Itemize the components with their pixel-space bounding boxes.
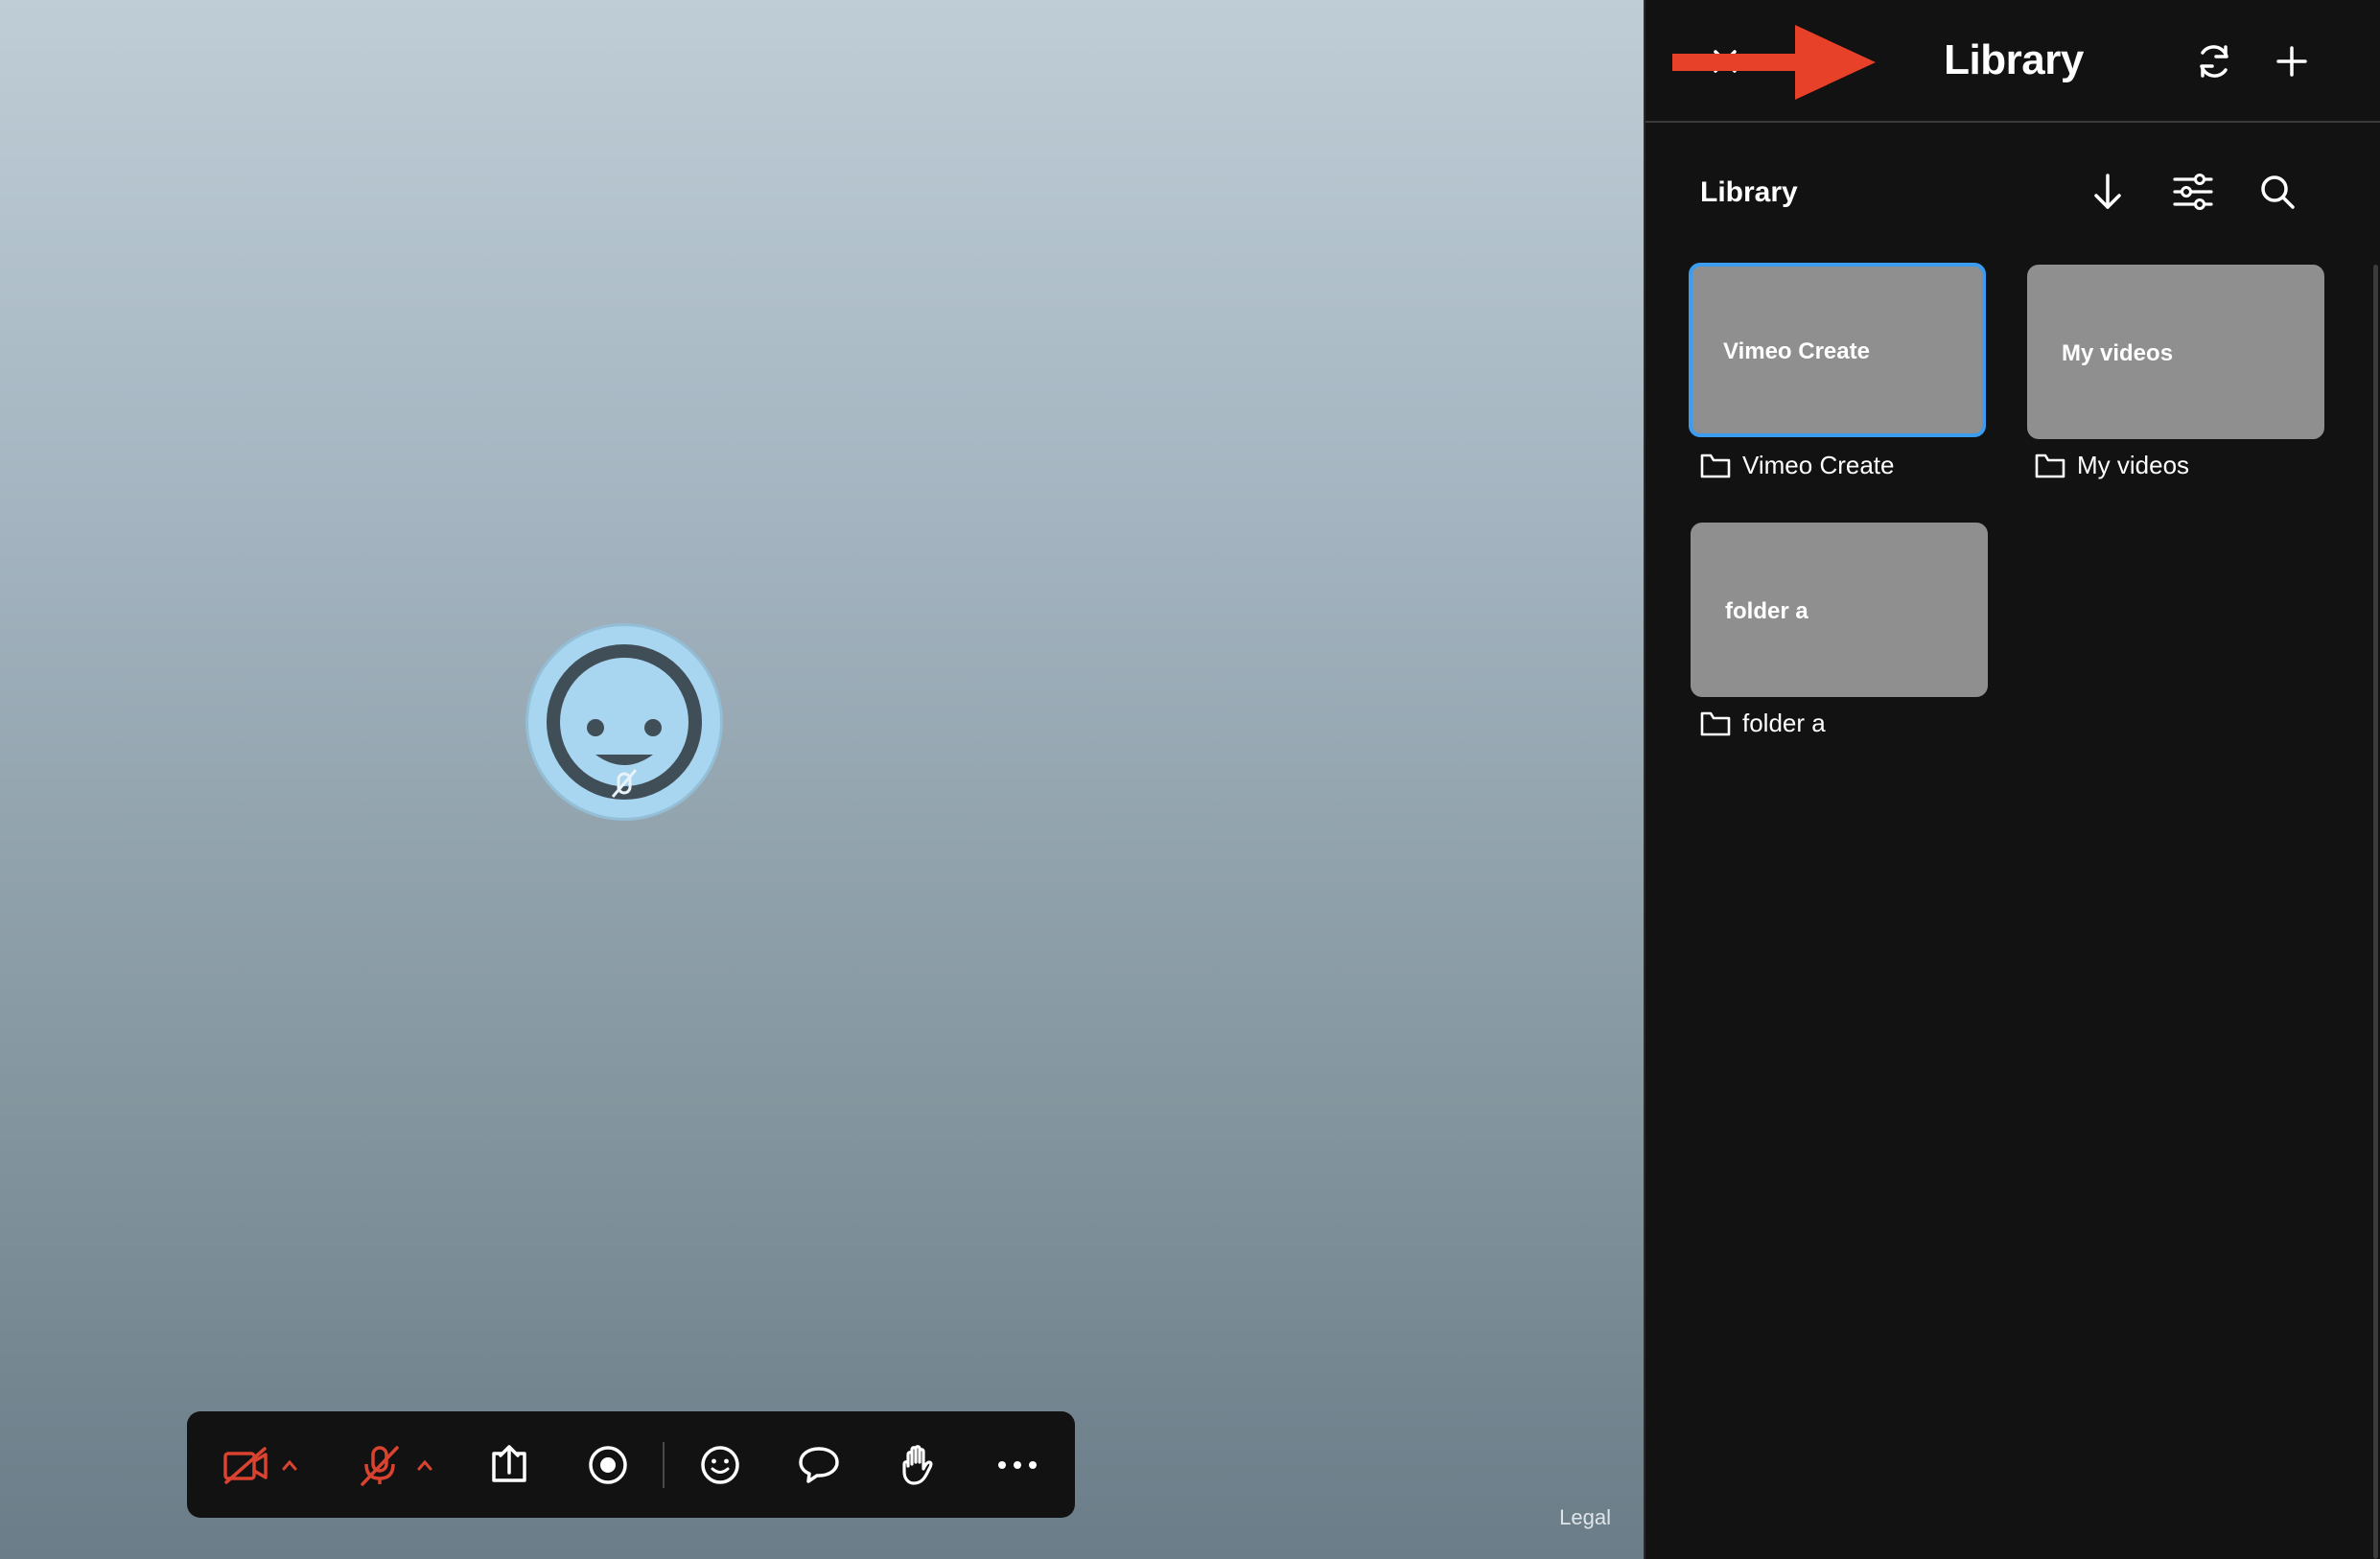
mic-off-button[interactable]: [351, 1427, 409, 1503]
app-window: Legal Library Library Vimeo Create Vimeo…: [0, 0, 2380, 1559]
folder-name-vimeo-create[interactable]: Vimeo Create: [1700, 451, 1895, 480]
folder-name-my-videos[interactable]: My videos: [2035, 451, 2189, 480]
chevron-up-icon: [417, 1459, 432, 1470]
plus-icon: [2276, 46, 2307, 77]
chat-bubble-icon: [799, 1446, 839, 1483]
folder-icon: [1700, 454, 1731, 477]
refresh-button[interactable]: [2187, 35, 2241, 88]
refresh-icon: [2200, 45, 2228, 78]
folder-name-folder-a[interactable]: folder a: [1700, 709, 1826, 738]
share-screen-button[interactable]: [479, 1427, 538, 1503]
share-screen-icon: [492, 1444, 526, 1482]
mic-off-icon: [361, 1445, 399, 1486]
search-button[interactable]: [2251, 165, 2304, 219]
folder-name: Vimeo Create: [1742, 451, 1895, 479]
chat-button[interactable]: [790, 1427, 849, 1503]
legal-link[interactable]: Legal: [1559, 1505, 1611, 1530]
filter-button[interactable]: [2166, 165, 2220, 219]
more-button[interactable]: [988, 1427, 1046, 1503]
mic-options-caret[interactable]: [409, 1427, 440, 1503]
record-icon: [589, 1445, 627, 1484]
raise-hand-button[interactable]: [889, 1427, 947, 1503]
meeting-toolbar: [187, 1411, 1075, 1518]
smiley-icon: [701, 1445, 739, 1484]
search-icon: [2261, 175, 2295, 209]
record-button[interactable]: [578, 1427, 637, 1503]
video-off-button[interactable]: [216, 1427, 274, 1503]
add-button[interactable]: [2265, 35, 2319, 88]
folder-card-label: Vimeo Create: [1723, 338, 1870, 364]
folder-card-vimeo-create[interactable]: Vimeo Create: [1689, 263, 1986, 437]
panel-scrollbar[interactable]: [2373, 265, 2378, 1559]
meeting-stage: Legal: [0, 0, 1644, 1559]
chevron-up-icon: [282, 1459, 297, 1470]
library-panel: Library Library Vimeo Create Vimeo Creat…: [1644, 0, 2380, 1559]
video-options-caret[interactable]: [274, 1427, 305, 1503]
more-horizontal-icon: [997, 1460, 1037, 1469]
folder-card-my-videos[interactable]: My videos: [2027, 265, 2324, 439]
folder-card-folder-a[interactable]: folder a: [1691, 523, 1988, 697]
folder-name: folder a: [1742, 709, 1826, 737]
sliders-icon: [2173, 174, 2213, 210]
folder-icon: [2035, 454, 2065, 477]
raise-hand-icon: [902, 1444, 933, 1485]
folder-card-label: My videos: [2062, 340, 2174, 366]
annotation-arrow-icon: [1672, 25, 1876, 100]
arrow-down-icon: [2094, 174, 2121, 209]
reactions-button[interactable]: [691, 1427, 750, 1503]
video-off-icon: [222, 1446, 268, 1484]
participant-avatar[interactable]: [525, 623, 723, 821]
sort-button[interactable]: [2081, 165, 2135, 219]
folder-name: My videos: [2077, 451, 2190, 479]
folder-card-label: folder a: [1725, 598, 1808, 624]
smiley-avatar-icon: [547, 644, 702, 800]
folder-icon: [1700, 711, 1731, 735]
library-subtitle: Library: [1700, 176, 1798, 208]
toolbar-divider: [662, 1441, 665, 1488]
